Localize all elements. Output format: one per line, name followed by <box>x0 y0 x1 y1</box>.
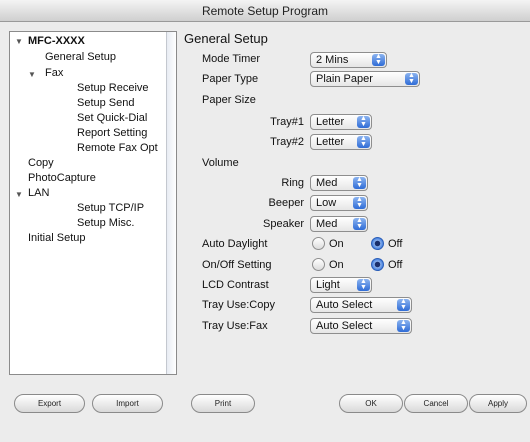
tree-item-setup-send[interactable]: Setup Send <box>77 97 135 109</box>
tray1-label: Tray#1 <box>270 116 304 128</box>
speaker-popup[interactable]: Med ▲ ▼ <box>310 216 368 232</box>
beeper-popup[interactable]: Low ▲ ▼ <box>310 195 368 211</box>
popup-arrows-icon: ▲ ▼ <box>397 319 410 332</box>
onoff-setting-on-label[interactable]: On <box>329 259 344 271</box>
popup-arrows-icon: ▲ ▼ <box>357 278 370 291</box>
volume-label: Volume <box>202 157 239 169</box>
print-button[interactable]: Print <box>191 394 255 413</box>
cancel-button[interactable]: Cancel <box>404 394 468 413</box>
popup-arrows-icon: ▲ ▼ <box>397 298 410 311</box>
mode-timer-label: Mode Timer <box>202 53 261 65</box>
lcd-contrast-popup[interactable]: Light ▲ ▼ <box>310 277 372 293</box>
lcd-contrast-label: LCD Contrast <box>202 279 269 291</box>
tray2-value: Letter <box>316 136 345 148</box>
mode-timer-value: 2 Mins <box>316 54 349 66</box>
tray-use-copy-value: Auto Select <box>316 299 373 311</box>
tray-use-fax-popup[interactable]: Auto Select ▲ ▼ <box>310 318 412 334</box>
mode-timer-popup[interactable]: 2 Mins ▲ ▼ <box>310 52 387 68</box>
apply-button[interactable]: Apply <box>469 394 527 413</box>
popup-arrows-icon: ▲ ▼ <box>353 196 366 209</box>
import-button[interactable]: Import <box>92 394 163 413</box>
disclosure-triangle-icon[interactable]: ▼ <box>15 37 23 46</box>
tree-item-set-quick-dial[interactable]: Set Quick-Dial <box>77 112 147 124</box>
beeper-label: Beeper <box>268 197 304 209</box>
tree-item-initial-setup[interactable]: Initial Setup <box>28 232 85 244</box>
popup-arrows-icon: ▲ ▼ <box>405 72 418 85</box>
paper-type-popup[interactable]: Plain Paper ▲ ▼ <box>310 71 420 87</box>
ok-button[interactable]: OK <box>339 394 403 413</box>
tray2-popup[interactable]: Letter ▲ ▼ <box>310 134 372 150</box>
onoff-setting-off-radio[interactable] <box>371 258 384 271</box>
lcd-contrast-value: Light <box>316 279 340 291</box>
tree-item-report-setting[interactable]: Report Setting <box>77 127 147 139</box>
ring-value: Med <box>316 177 338 189</box>
beeper-value: Low <box>316 197 337 209</box>
tree-item-copy[interactable]: Copy <box>28 157 54 169</box>
tree-scrollbar[interactable] <box>166 32 176 374</box>
popup-arrows-icon: ▲ ▼ <box>353 217 366 230</box>
auto-daylight-on-label[interactable]: On <box>329 238 344 250</box>
auto-daylight-off-label[interactable]: Off <box>388 238 402 250</box>
tree-item-photocapture[interactable]: PhotoCapture <box>28 172 96 184</box>
window-title-bar: Remote Setup Program <box>0 0 530 22</box>
tree-item-setup-receive[interactable]: Setup Receive <box>77 82 149 94</box>
popup-arrows-icon: ▲ ▼ <box>357 135 370 148</box>
popup-arrows-icon: ▲ ▼ <box>353 176 366 189</box>
tray2-label: Tray#2 <box>270 136 304 148</box>
tree-item-setup-tcpip[interactable]: Setup TCP/IP <box>77 202 144 214</box>
tree-item-lan[interactable]: LAN <box>28 187 49 199</box>
speaker-label: Speaker <box>263 218 304 230</box>
popup-arrows-icon: ▲ ▼ <box>357 115 370 128</box>
tray-use-copy-popup[interactable]: Auto Select ▲ ▼ <box>310 297 412 313</box>
tree-item-fax[interactable]: Fax <box>45 67 63 79</box>
popup-arrows-icon: ▲ ▼ <box>372 53 385 66</box>
tray1-popup[interactable]: Letter ▲ ▼ <box>310 114 372 130</box>
tray-use-fax-label: Tray Use:Fax <box>202 320 268 332</box>
paper-size-label: Paper Size <box>202 94 256 106</box>
settings-tree[interactable]: ▼ MFC-XXXX General Setup ▼ Fax Setup Rec… <box>9 31 177 375</box>
disclosure-triangle-icon[interactable]: ▼ <box>15 190 23 199</box>
paper-type-value: Plain Paper <box>316 73 373 85</box>
paper-type-label: Paper Type <box>202 73 259 85</box>
onoff-setting-on-radio[interactable] <box>312 258 325 271</box>
auto-daylight-on-radio[interactable] <box>312 237 325 250</box>
tray1-value: Letter <box>316 116 345 128</box>
auto-daylight-label: Auto Daylight <box>202 238 268 250</box>
tray-use-fax-value: Auto Select <box>316 320 373 332</box>
ring-label: Ring <box>281 177 304 189</box>
tray-use-copy-label: Tray Use:Copy <box>202 299 275 311</box>
speaker-value: Med <box>316 218 338 230</box>
tree-item-general-setup[interactable]: General Setup <box>45 51 116 63</box>
window-title: Remote Setup Program <box>201 4 329 18</box>
panel-heading: General Setup <box>184 31 268 46</box>
auto-daylight-off-radio[interactable] <box>371 237 384 250</box>
tree-item-remote-fax-opt[interactable]: Remote Fax Opt <box>77 142 158 154</box>
ring-popup[interactable]: Med ▲ ▼ <box>310 175 368 191</box>
tree-item-device[interactable]: MFC-XXXX <box>28 35 85 47</box>
onoff-setting-label: On/Off Setting <box>202 259 272 271</box>
tree-item-setup-misc[interactable]: Setup Misc. <box>77 217 134 229</box>
export-button[interactable]: Export <box>14 394 85 413</box>
onoff-setting-off-label[interactable]: Off <box>388 259 402 271</box>
disclosure-triangle-icon[interactable]: ▼ <box>28 70 36 79</box>
